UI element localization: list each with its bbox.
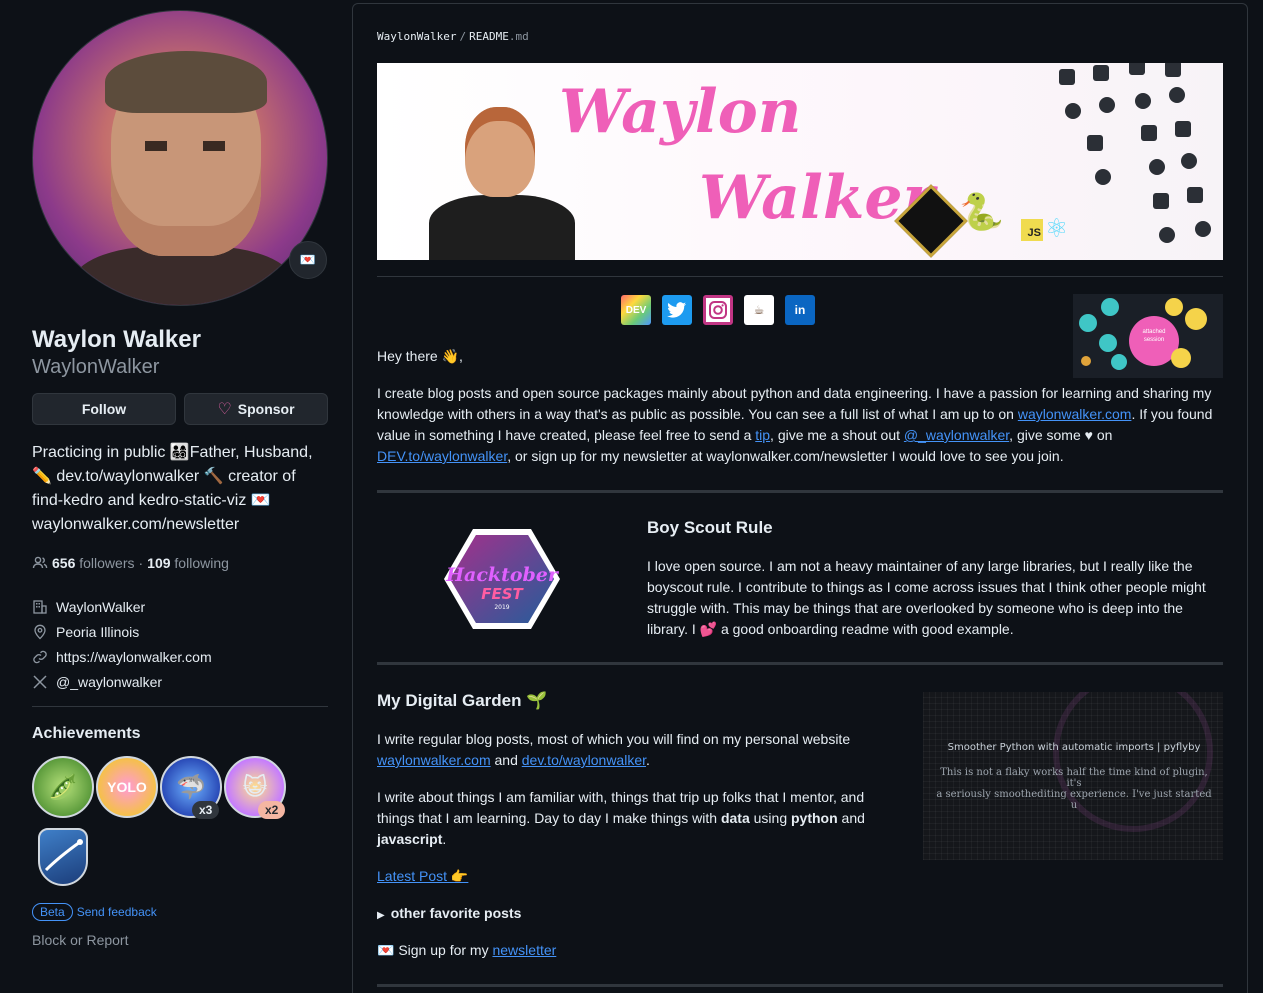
newsletter-link[interactable]: newsletter — [492, 942, 556, 958]
garden-paragraph-2: I write about things I am familiar with,… — [377, 789, 865, 847]
social-links: DEV ☕ in — [621, 295, 815, 325]
latest-post-subtitle: This is not a flaky works half the time … — [936, 767, 1212, 811]
follow-stats: 656 followers · 109 following — [32, 555, 229, 571]
latest-post-title: Smoother Python with automatic imports |… — [947, 742, 1201, 753]
greeting: Hey there 👋, — [377, 348, 463, 364]
divider — [377, 490, 1223, 493]
people-icon — [32, 555, 48, 571]
readme-card: WaylonWalker / README.md Waylon Walker 🐍 J… — [352, 3, 1248, 993]
javascript-logo-icon: JS — [1021, 219, 1043, 241]
company-text[interactable]: WaylonWalker — [56, 599, 145, 615]
x-icon — [32, 674, 48, 690]
bio-line: waylonwalker.com/newsletter — [32, 516, 240, 533]
website-readme-link[interactable]: waylonwalker.com — [1018, 406, 1132, 422]
svg-text:FEST: FEST — [481, 585, 524, 603]
badge-count: x2 — [258, 801, 286, 819]
breadcrumb-ext: .md — [508, 30, 529, 43]
detail-social: @_waylonwalker — [32, 669, 212, 694]
latest-post-row: Latest Post 👉 — [377, 866, 1223, 887]
latest-post-image[interactable]: Smoother Python with automatic imports |… — [923, 692, 1223, 860]
boy-scout-heading: Boy Scout Rule — [647, 518, 773, 537]
detail-website: https://waylonwalker.com — [32, 644, 212, 669]
feedback-row: Beta Send feedback — [32, 903, 157, 921]
divider — [377, 662, 1223, 665]
linkedin-icon[interactable]: in — [785, 295, 815, 325]
profile-details: WaylonWalker Peoria Illinois https://way… — [32, 594, 212, 694]
bio-line: ✏️ dev.to/waylonwalker 🔨 creator of — [32, 468, 296, 485]
svg-text:Hacktober: Hacktober — [445, 564, 560, 586]
breadcrumb-file[interactable]: README — [469, 30, 509, 43]
peas-icon: 🫛 — [48, 773, 78, 801]
triangle-right-icon: ▶ — [377, 910, 385, 921]
tip-link[interactable]: tip — [755, 427, 770, 443]
beta-badge: Beta — [32, 903, 73, 921]
readme-banner: Waylon Walker 🐍 JS ⚛ — [377, 63, 1223, 260]
divider — [377, 276, 1223, 277]
hacktoberfest-badge: Hacktober FEST 2019 — [444, 529, 560, 629]
status-emoji-button[interactable]: 💌 — [289, 241, 327, 279]
dev-to-icon[interactable]: DEV — [621, 295, 651, 325]
divider — [32, 706, 328, 707]
garden-paragraph-1: I write regular blog posts, most of whic… — [377, 731, 851, 768]
badge-count: x3 — [192, 801, 220, 819]
send-feedback-link[interactable]: Send feedback — [77, 905, 157, 919]
banner-name-first: Waylon — [559, 77, 802, 147]
breadcrumb: WaylonWalker / README.md — [377, 30, 529, 43]
bio-line: Practicing in public 👨‍👩‍👧‍👦Father, Husb… — [32, 444, 313, 461]
svg-text:2019: 2019 — [494, 604, 509, 611]
profile-full-name: Waylon Walker — [32, 326, 201, 353]
garden-dev-link[interactable]: dev.to/waylonwalker — [522, 752, 646, 768]
separator-dot: · — [138, 555, 144, 571]
profile-bio: Practicing in public 👨‍👩‍👧‍👦Father, Husb… — [32, 441, 328, 537]
react-logo-icon: ⚛ — [1045, 213, 1069, 243]
twitter-link[interactable]: @_waylonwalker — [56, 674, 162, 690]
avatar-container: 💌 — [32, 10, 328, 306]
intro-paragraph: I create blog posts and open source pack… — [377, 385, 1213, 464]
favorite-posts-details[interactable]: ▶ other favorite posts — [377, 903, 1223, 926]
achievement-badge-pair[interactable]: 🫛 — [32, 756, 94, 818]
organization-icon — [32, 599, 48, 615]
achievement-badge-arctic-vault[interactable] — [38, 828, 88, 886]
profile-username: WaylonWalker — [32, 356, 160, 378]
yolo-icon: YOLO — [107, 779, 147, 795]
detail-location: Peoria Illinois — [32, 619, 212, 644]
avatar[interactable] — [32, 10, 328, 306]
achievements-title[interactable]: Achievements — [32, 725, 141, 743]
website-link[interactable]: https://waylonwalker.com — [56, 649, 212, 665]
followers-link[interactable]: 656 followers — [52, 555, 135, 571]
latest-post-link[interactable]: Latest Post 👉 — [377, 868, 468, 884]
sponsor-button[interactable]: ♡ Sponsor — [184, 393, 328, 425]
python-logo-icon: 🐍 — [959, 191, 1004, 232]
breadcrumb-user[interactable]: WaylonWalker — [377, 30, 456, 43]
arctic-vault-icon — [44, 839, 83, 872]
twitter-readme-link[interactable]: @_waylonwalker — [904, 427, 1009, 443]
mindmap-center-label: attached session — [1142, 329, 1166, 343]
follow-label: Follow — [81, 401, 127, 417]
link-icon — [32, 649, 48, 665]
profile-actions: Follow ♡ Sponsor — [32, 393, 328, 425]
divider — [377, 984, 1223, 987]
sponsor-label: Sponsor — [237, 401, 295, 417]
bio-line: find-kedro and kedro-static-viz 💌 — [32, 492, 271, 509]
location-icon — [32, 624, 48, 640]
instagram-icon[interactable] — [703, 295, 733, 325]
newsletter-row: 💌 Sign up for my newsletter — [377, 942, 557, 958]
following-link[interactable]: 109 following — [147, 555, 229, 571]
digital-garden-heading: My Digital Garden 🌱 — [377, 691, 548, 710]
garden-website-link[interactable]: waylonwalker.com — [377, 752, 491, 768]
detail-company: WaylonWalker — [32, 594, 212, 619]
dev-readme-link[interactable]: DEV.to/waylonwalker — [377, 448, 507, 464]
profile-names: Waylon Walker WaylonWalker — [32, 325, 201, 379]
block-or-report-link[interactable]: Block or Report — [32, 932, 128, 948]
heart-icon: ♡ — [217, 401, 232, 418]
love-letter-icon: 💌 — [299, 252, 317, 267]
location-text: Peoria Illinois — [56, 623, 140, 640]
boy-scout-paragraph: I love open source. I am not a heavy mai… — [647, 558, 1206, 637]
favorite-posts-summary: other favorite posts — [390, 905, 522, 921]
follow-button[interactable]: Follow — [32, 393, 176, 425]
banner-photo — [429, 107, 575, 260]
twitter-icon[interactable] — [662, 295, 692, 325]
achievement-badge-yolo[interactable]: YOLO — [96, 756, 158, 818]
coffee-icon[interactable]: ☕ — [744, 295, 774, 325]
